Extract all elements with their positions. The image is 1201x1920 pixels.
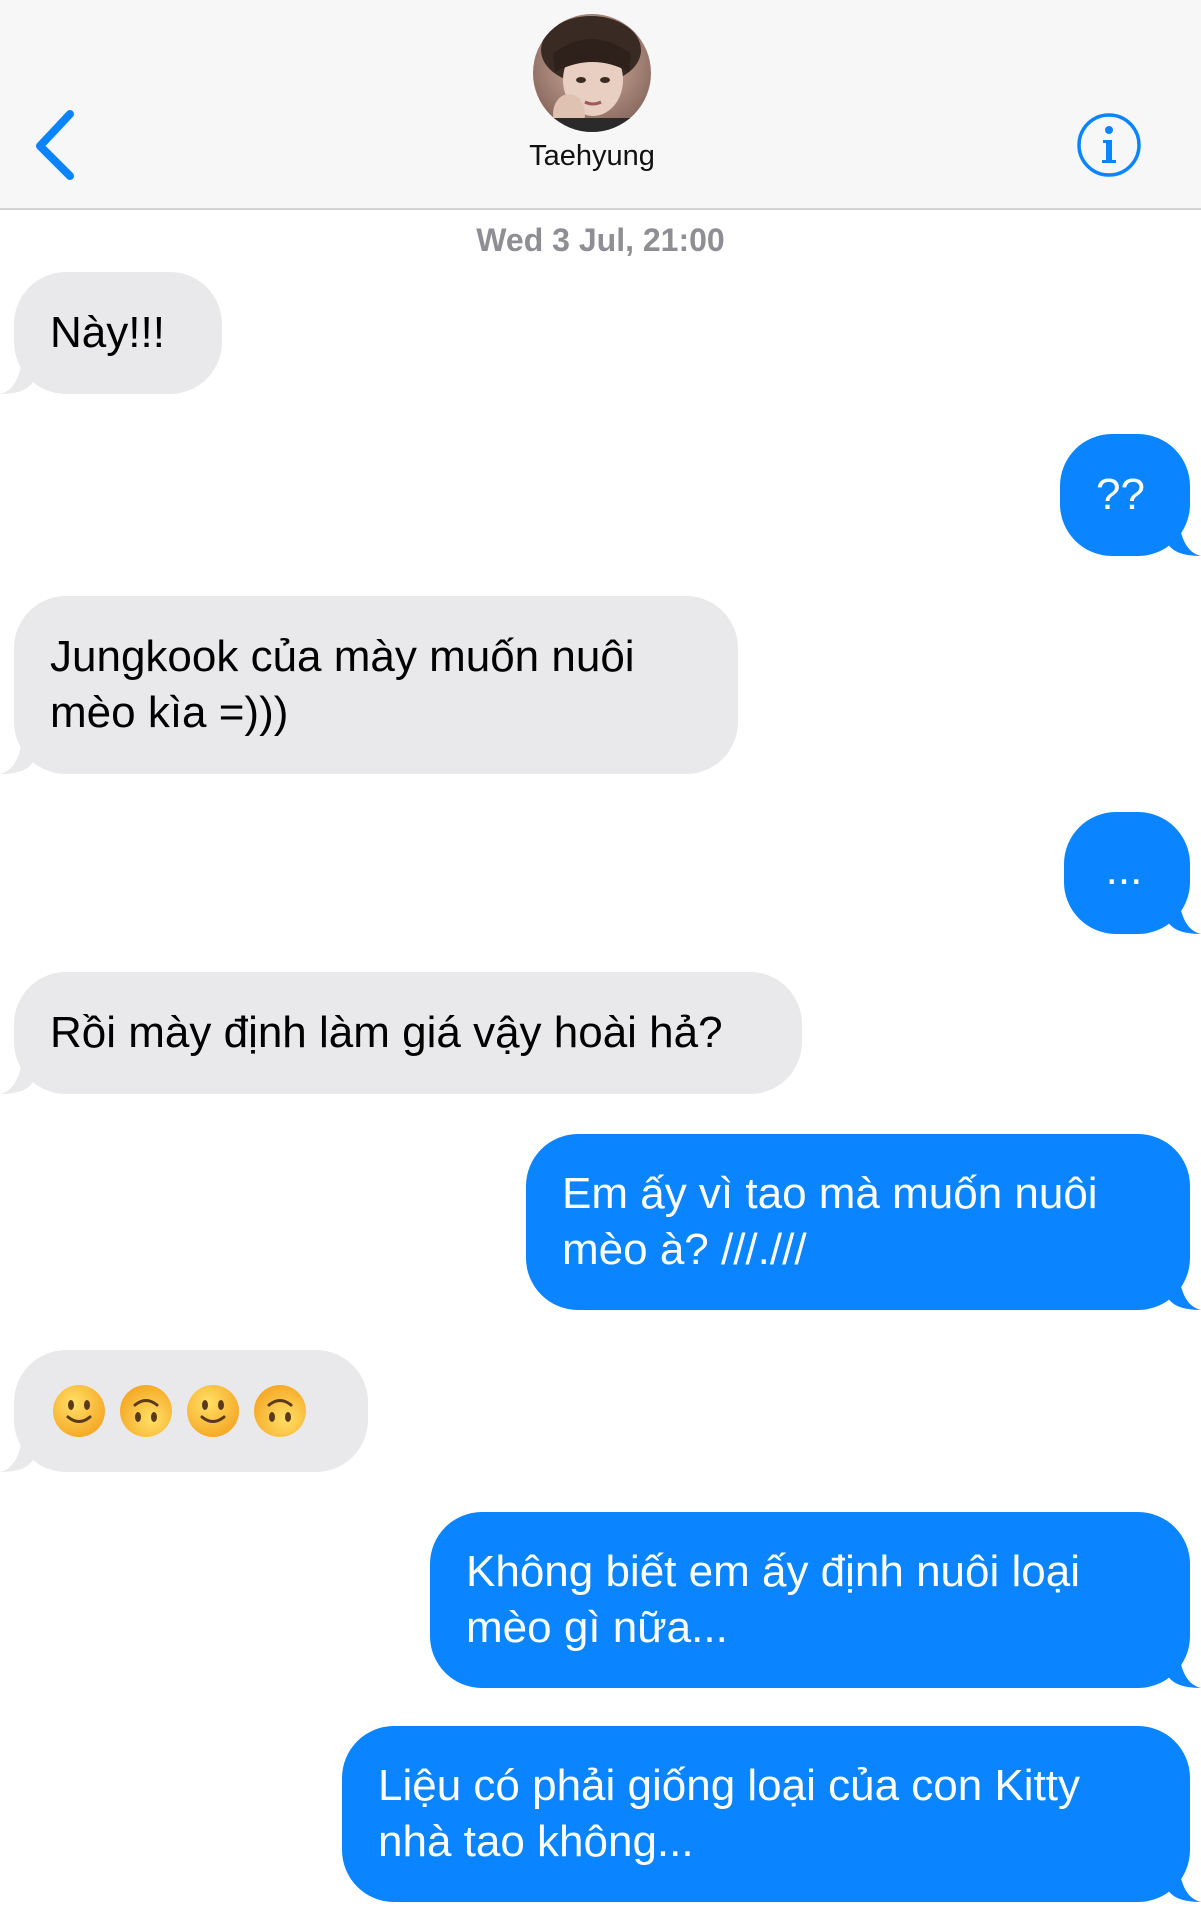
info-icon <box>1077 113 1141 177</box>
chevron-left-icon <box>36 110 74 180</box>
upside-down-face-icon <box>120 1385 172 1437</box>
outgoing-bubble-tail <box>1167 1868 1201 1902</box>
info-button[interactable] <box>1076 112 1142 178</box>
contact-avatar[interactable] <box>533 14 651 132</box>
message-text: Không biết em ấy định nuôi loại mèo gì n… <box>466 1547 1080 1652</box>
message-text: Liệu có phải giống loại của con Kitty nh… <box>378 1761 1081 1866</box>
outgoing-bubble-tail <box>1167 1654 1201 1688</box>
slightly-smiling-face-icon <box>53 1385 105 1437</box>
outgoing-message[interactable]: Em ấy vì tao mà muốn nuôi mèo à? ///./// <box>526 1134 1190 1310</box>
incoming-bubble-tail <box>0 360 34 394</box>
contact-name[interactable]: Taehyung <box>400 140 784 173</box>
incoming-message[interactable]: Này!!! <box>14 272 222 394</box>
outgoing-message[interactable]: Không biết em ấy định nuôi loại mèo gì n… <box>430 1512 1190 1688</box>
message-text: Em ấy vì tao mà muốn nuôi mèo à? ///./// <box>562 1169 1098 1274</box>
incoming-message[interactable]: Rồi mày định làm giá vậy hoài hả? <box>14 972 802 1094</box>
message-timestamp: Wed 3 Jul, 21:00 <box>476 222 725 258</box>
incoming-bubble-tail <box>0 740 34 774</box>
upside-down-face-icon <box>254 1385 306 1437</box>
outgoing-bubble-tail <box>1167 900 1201 934</box>
incoming-bubble-tail <box>0 1438 34 1472</box>
incoming-bubble-tail <box>0 1060 34 1094</box>
message-text: Này!!! <box>50 308 165 357</box>
message-text: Jungkook của mày muốn nuôi mèo kìa =))) <box>50 632 635 737</box>
message-text: ... <box>1105 845 1143 894</box>
incoming-message[interactable]: Jungkook của mày muốn nuôi mèo kìa =))) <box>14 596 738 774</box>
conversation-header: Taehyung <box>0 0 1201 210</box>
back-button[interactable] <box>28 104 88 180</box>
outgoing-bubble-tail <box>1167 1276 1201 1310</box>
slightly-smiling-face-icon <box>187 1385 239 1437</box>
message-text: Rồi mày định làm giá vậy hoài hả? <box>50 1008 723 1057</box>
message-text: ?? <box>1096 470 1145 519</box>
outgoing-bubble-tail <box>1167 522 1201 556</box>
incoming-emoji-message[interactable] <box>14 1350 368 1472</box>
outgoing-message[interactable]: Liệu có phải giống loại của con Kitty nh… <box>342 1726 1190 1902</box>
